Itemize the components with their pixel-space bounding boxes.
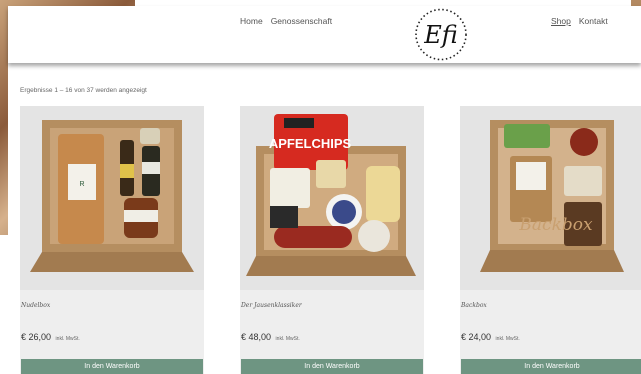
logo-text: Efi — [424, 20, 458, 49]
gift-box-snacks-icon: APFELCHIPS — [240, 106, 424, 290]
price-value: € 48,00 — [241, 332, 272, 342]
svg-text:R: R — [79, 181, 84, 188]
nav-shop[interactable]: Shop — [551, 16, 571, 26]
product-title[interactable]: Backbox — [461, 302, 487, 309]
price-tax-note: inkl. MwSt. — [275, 336, 300, 342]
nav-right: Shop Kontakt — [551, 16, 608, 26]
price-value: € 26,00 — [21, 332, 52, 342]
result-count: Ergebnisse 1 – 16 von 37 werden angezeig… — [20, 87, 147, 94]
product-title[interactable]: Nudelbox — [21, 302, 50, 309]
product-price: € 48,00 inkl. MwSt. — [241, 332, 300, 342]
add-to-cart-button[interactable]: In den Warenkorb — [21, 359, 203, 374]
product-image[interactable]: R — [20, 106, 204, 290]
product-image[interactable]: Backbox — [460, 106, 641, 290]
price-tax-note: inkl. MwSt. — [55, 336, 80, 342]
product-price: € 26,00 inkl. MwSt. — [21, 332, 80, 342]
price-tax-note: inkl. MwSt. — [495, 336, 520, 342]
svg-text:APFELCHIPS: APFELCHIPS — [269, 136, 352, 151]
gift-box-baking-icon: Backbox — [460, 106, 641, 290]
add-to-cart-button[interactable]: In den Warenkorb — [241, 359, 423, 374]
product-card: R Nudelbox € 26,00 inkl. MwSt. In den Wa… — [20, 106, 204, 374]
product-price: € 24,00 inkl. MwSt. — [461, 332, 520, 342]
product-image[interactable]: APFELCHIPS — [240, 106, 424, 290]
nav-contact[interactable]: Kontakt — [579, 16, 608, 26]
gift-box-pasta-icon: R — [20, 106, 204, 290]
site-header: Home Genossenschaft Efi Shop Kontakt — [8, 6, 641, 63]
product-card: Backbox Backbox € 24,00 inkl. MwSt. In d… — [460, 106, 641, 374]
shop-content: Ergebnisse 1 – 16 von 37 werden angezeig… — [8, 63, 641, 374]
site-logo[interactable]: Efi — [410, 7, 472, 62]
add-to-cart-button[interactable]: In den Warenkorb — [461, 359, 641, 374]
price-value: € 24,00 — [461, 332, 492, 342]
svg-text:Backbox: Backbox — [518, 215, 593, 235]
nav-left: Home Genossenschaft — [240, 16, 332, 26]
product-card: APFELCHIPS Der Jausenklassiker € 48,00 i… — [240, 106, 424, 374]
nav-cooperative[interactable]: Genossenschaft — [271, 16, 332, 26]
nav-home[interactable]: Home — [240, 16, 263, 26]
page: Home Genossenschaft Efi Shop Kontakt Erg… — [8, 6, 641, 374]
product-title[interactable]: Der Jausenklassiker — [241, 302, 302, 309]
